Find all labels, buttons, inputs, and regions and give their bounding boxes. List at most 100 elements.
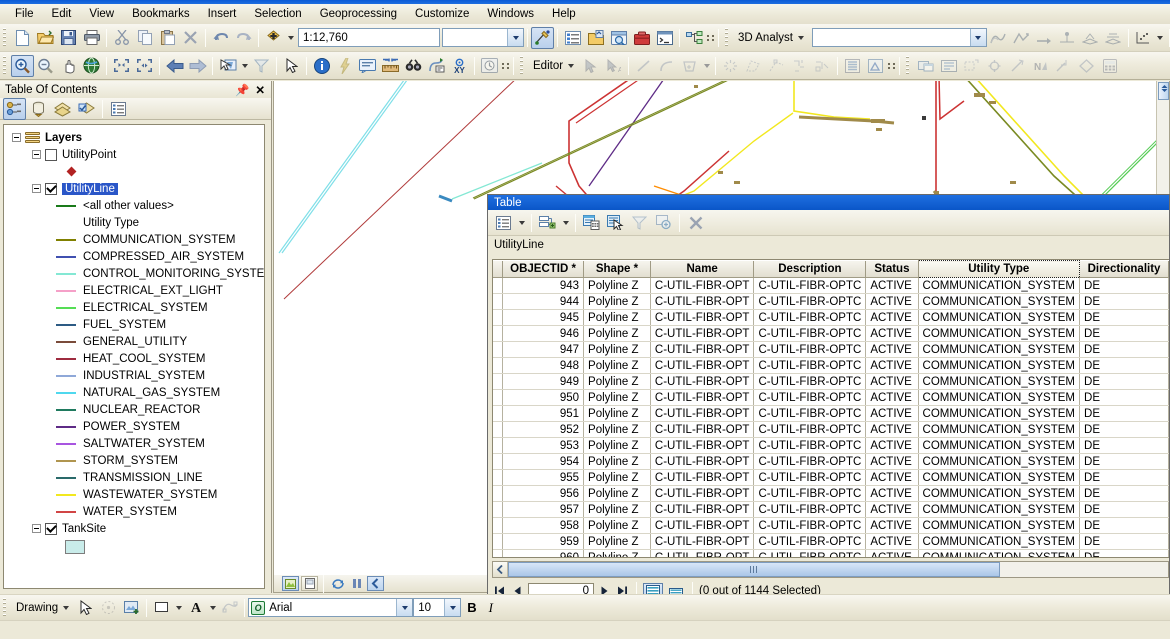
- menu-windows[interactable]: Windows: [478, 6, 543, 22]
- table-horizontal-scrollbar[interactable]: [492, 561, 1169, 578]
- table-cell[interactable]: C-UTIL-FIBR-OPT: [650, 501, 755, 518]
- table-cell[interactable]: C-UTIL-FIBR-OPT: [650, 293, 755, 310]
- table-cell[interactable]: 947: [502, 341, 585, 358]
- table-cell[interactable]: C-UTIL-FIBR-OPTC: [753, 453, 867, 470]
- row-selector-cell[interactable]: [493, 453, 504, 470]
- table-cell[interactable]: C-UTIL-FIBR-OPT: [650, 453, 755, 470]
- table-cell[interactable]: COMMUNICATION_SYSTEM: [918, 309, 1081, 326]
- table-cell[interactable]: ACTIVE: [865, 421, 919, 438]
- table-cell[interactable]: C-UTIL-FIBR-OPTC: [753, 421, 867, 438]
- column-header-description[interactable]: Description: [753, 260, 867, 278]
- toc-legend-item[interactable]: GENERAL_UTILITY: [8, 333, 264, 350]
- field-calculator-icon[interactable]: [580, 212, 603, 234]
- table-row[interactable]: 959 Polyline Z C-UTIL-FIBR-OPT C-UTIL-FIBR-…: [493, 533, 1169, 550]
- table-cell[interactable]: C-UTIL-FIBR-OPTC: [753, 405, 867, 422]
- list-by-drawing-order-icon[interactable]: [3, 97, 26, 120]
- list-by-selection-icon[interactable]: [75, 98, 98, 120]
- toc-legend-item[interactable]: FUEL_SYSTEM: [8, 316, 264, 333]
- midpoint-icon[interactable]: [719, 55, 742, 77]
- steepest-path-icon[interactable]: [1010, 27, 1033, 49]
- toc-legend-item[interactable]: COMPRESSED_AIR_SYSTEM: [8, 248, 264, 265]
- table-cell[interactable]: C-UTIL-FIBR-OPTC: [753, 517, 867, 534]
- polygon-icon[interactable]: [1075, 55, 1098, 77]
- table-cell[interactable]: Polyline Z: [583, 357, 651, 374]
- layer-visibility-checkbox[interactable]: [45, 148, 57, 161]
- table-of-contents-icon[interactable]: [561, 27, 584, 49]
- table-cell[interactable]: COMMUNICATION_SYSTEM: [918, 533, 1081, 550]
- font-color-dropdown-icon[interactable]: [207, 597, 218, 619]
- scatter-icon[interactable]: [1132, 27, 1155, 49]
- row-selector-cell[interactable]: [493, 421, 504, 438]
- fixed-zoom-out-icon[interactable]: [133, 55, 156, 77]
- table-cell[interactable]: DE: [1079, 421, 1169, 438]
- table-cell[interactable]: ACTIVE: [865, 533, 919, 550]
- delete-icon[interactable]: [179, 27, 202, 49]
- table-cell[interactable]: Polyline Z: [583, 405, 651, 422]
- toolbar-overflow-icon[interactable]: [706, 27, 715, 49]
- table-row[interactable]: 953 Polyline Z C-UTIL-FIBR-OPT C-UTIL-FIBR-…: [493, 437, 1169, 454]
- attributes-icon[interactable]: [841, 55, 864, 77]
- toc-symbol-tanksite[interactable]: [8, 537, 264, 557]
- chevron-down-icon[interactable]: [444, 599, 461, 616]
- table-cell[interactable]: Polyline Z: [583, 421, 651, 438]
- line-of-sight-icon[interactable]: [1033, 27, 1056, 49]
- table-cell[interactable]: COMMUNICATION_SYSTEM: [918, 293, 1081, 310]
- select-features-dropdown-icon[interactable]: [239, 55, 250, 77]
- collapse-icon[interactable]: [32, 184, 41, 193]
- table-cell[interactable]: COMMUNICATION_SYSTEM: [918, 549, 1081, 557]
- bold-button[interactable]: B: [461, 600, 482, 615]
- time-slider-icon[interactable]: [478, 55, 501, 77]
- table-cell[interactable]: 957: [502, 501, 585, 518]
- table-cell[interactable]: DE: [1079, 309, 1169, 326]
- editor-toolbar-icon[interactable]: [531, 26, 554, 49]
- table-cell[interactable]: C-UTIL-FIBR-OPT: [650, 517, 755, 534]
- hyperlink-icon[interactable]: [333, 55, 356, 77]
- table-cell[interactable]: C-UTIL-FIBR-OPT: [650, 469, 755, 486]
- table-cell[interactable]: Polyline Z: [583, 517, 651, 534]
- table-cell[interactable]: DE: [1079, 549, 1169, 557]
- toolbar-grip[interactable]: [905, 55, 912, 76]
- table-cell[interactable]: Polyline Z: [583, 341, 651, 358]
- copy-icon[interactable]: [133, 27, 156, 49]
- toolbar-grip[interactable]: [2, 55, 8, 76]
- table-cell[interactable]: COMMUNICATION_SYSTEM: [918, 341, 1081, 358]
- toc-legend-item[interactable]: ELECTRICAL_EXT_LIGHT: [8, 282, 264, 299]
- toc-legend-item[interactable]: WATER_SYSTEM: [8, 503, 264, 520]
- table-cell[interactable]: ACTIVE: [865, 517, 919, 534]
- table-cell[interactable]: 948: [502, 357, 585, 374]
- select-features-icon[interactable]: [216, 55, 239, 77]
- toc-tree[interactable]: Layers UtilityPoint UtilityLine <all oth…: [3, 124, 265, 589]
- table-cell[interactable]: Polyline Z: [583, 437, 651, 454]
- drawing-menu[interactable]: Drawing: [11, 600, 74, 616]
- toc-legend-item[interactable]: NUCLEAR_REACTOR: [8, 401, 264, 418]
- row-selector-cell[interactable]: [493, 293, 504, 310]
- new-graphic-icon[interactable]: [120, 597, 143, 619]
- table-cell[interactable]: ACTIVE: [865, 277, 919, 294]
- menu-edit[interactable]: Edit: [43, 6, 81, 22]
- tin-edit-icon[interactable]: [1102, 27, 1125, 49]
- table-cell[interactable]: Polyline Z: [583, 309, 651, 326]
- north-arrow-icon[interactable]: N: [1029, 55, 1052, 77]
- table-row[interactable]: 950 Polyline Z C-UTIL-FIBR-OPT C-UTIL-FIBR-…: [493, 389, 1169, 406]
- pan-icon[interactable]: [57, 55, 80, 77]
- column-header-objectid[interactable]: OBJECTID *: [502, 260, 585, 278]
- table-cell[interactable]: C-UTIL-FIBR-OPT: [650, 533, 755, 550]
- table-cell[interactable]: C-UTIL-FIBR-OPT: [650, 373, 755, 390]
- forward-extent-icon[interactable]: [186, 55, 209, 77]
- measure-icon[interactable]: [379, 55, 402, 77]
- collapse-icon[interactable]: [12, 133, 21, 142]
- table-cell[interactable]: C-UTIL-FIBR-OPTC: [753, 277, 867, 294]
- 3d-analyst-menu[interactable]: 3D Analyst: [733, 30, 809, 46]
- editor-menu[interactable]: Editor: [528, 58, 579, 74]
- table-row[interactable]: 948 Polyline Z C-UTIL-FIBR-OPT C-UTIL-FIBR-…: [493, 357, 1169, 374]
- table-cell[interactable]: Polyline Z: [583, 533, 651, 550]
- rotate-icon[interactable]: [788, 55, 811, 77]
- table-cell[interactable]: COMMUNICATION_SYSTEM: [918, 405, 1081, 422]
- table-cell[interactable]: C-UTIL-FIBR-OPT: [650, 309, 755, 326]
- convert-graphics-icon[interactable]: [218, 597, 241, 619]
- table-cell[interactable]: 950: [502, 389, 585, 406]
- column-header-directionality[interactable]: Directionality: [1079, 260, 1169, 278]
- options-icon[interactable]: [107, 98, 130, 120]
- attribute-transfer-icon[interactable]: [937, 55, 960, 77]
- table-cell[interactable]: C-UTIL-FIBR-OPTC: [753, 533, 867, 550]
